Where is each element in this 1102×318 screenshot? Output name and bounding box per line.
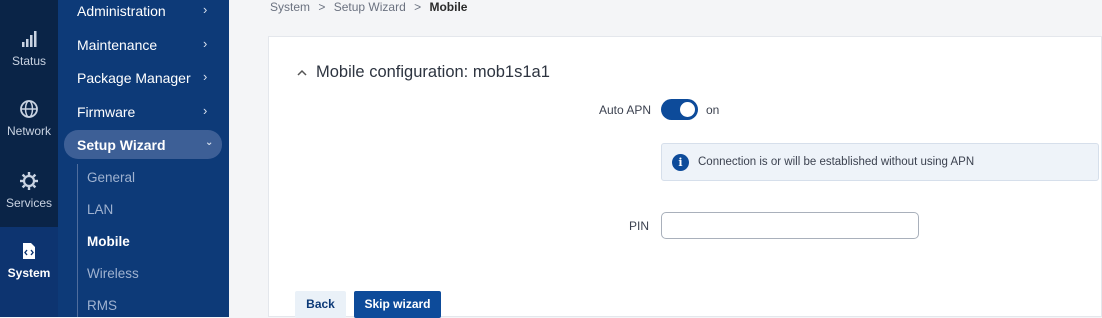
chevron-right-icon: › <box>203 103 208 118</box>
chevron-right-icon: › <box>203 36 208 51</box>
rail-label-status: Status <box>11 54 47 68</box>
rail-label-services: Services <box>5 196 52 210</box>
gear-icon <box>20 172 38 190</box>
auto-apn-state: on <box>706 103 720 117</box>
pin-label: PIN <box>628 219 649 233</box>
system-submenu: Administration › Maintenance › Package M… <box>58 0 229 317</box>
config-card: Mobile configuration: mob1s1a1 Auto APN … <box>268 36 1102 318</box>
chevron-right-icon: › <box>203 69 208 84</box>
globe-icon <box>20 100 38 118</box>
system-icon <box>23 243 35 259</box>
rail-label-system: System <box>7 266 51 280</box>
rail-item-system[interactable]: System <box>0 227 58 317</box>
breadcrumb-item-system[interactable]: System <box>270 0 310 14</box>
auto-apn-toggle[interactable] <box>661 99 698 120</box>
menu-label: Administration <box>77 3 166 19</box>
breadcrumb-item-mobile: Mobile <box>429 0 468 14</box>
auto-apn-label: Auto APN <box>598 103 651 117</box>
breadcrumb-separator: > <box>414 0 422 14</box>
toggle-knob <box>680 102 695 117</box>
info-message: i Connection is or will be established w… <box>661 143 1099 181</box>
rail-item-status[interactable]: Status <box>0 28 58 98</box>
chevron-down-icon: ⌄ <box>205 137 214 148</box>
section-title: Mobile configuration: mob1s1a1 <box>316 63 550 81</box>
menu-item-package-manager[interactable]: Package Manager › <box>58 63 229 93</box>
breadcrumb-item-setup-wizard[interactable]: Setup Wizard <box>334 0 406 14</box>
sub-item-rms[interactable]: RMS <box>87 298 117 313</box>
breadcrumb-separator: > <box>318 0 326 14</box>
sub-item-general[interactable]: General <box>87 170 135 185</box>
menu-item-administration[interactable]: Administration › <box>58 0 229 26</box>
pin-input[interactable] <box>661 212 919 239</box>
menu-label: Package Manager <box>77 70 191 86</box>
main-content: System > Setup Wizard > Mobile Mobile co… <box>229 0 1102 318</box>
menu-label: Maintenance <box>77 37 158 53</box>
sub-item-lan[interactable]: LAN <box>87 202 113 217</box>
menu-label: Firmware <box>77 104 136 120</box>
back-button[interactable]: Back <box>295 291 346 318</box>
sub-item-wireless[interactable]: Wireless <box>87 266 139 281</box>
sub-item-mobile[interactable]: Mobile <box>87 234 130 249</box>
section-header[interactable]: Mobile configuration: mob1s1a1 <box>296 63 550 82</box>
info-text: Connection is or will be established wit… <box>698 156 975 168</box>
rail-label-network: Network <box>6 124 51 138</box>
menu-label: Setup Wizard <box>77 137 166 153</box>
breadcrumb: System > Setup Wizard > Mobile <box>270 0 467 14</box>
chevron-right-icon: › <box>203 2 208 17</box>
submenu-divider <box>77 164 78 317</box>
chevron-up-icon <box>297 69 307 76</box>
menu-item-maintenance[interactable]: Maintenance › <box>58 30 229 60</box>
icon-rail: Status Network Services System <box>0 0 58 317</box>
signal-icon <box>22 31 37 47</box>
menu-item-setup-wizard[interactable]: Setup Wizard ⌄ <box>64 130 222 159</box>
skip-wizard-button[interactable]: Skip wizard <box>354 291 441 318</box>
rail-item-network[interactable]: Network <box>0 98 58 168</box>
info-icon: i <box>672 154 689 171</box>
menu-item-firmware[interactable]: Firmware › <box>58 97 229 127</box>
